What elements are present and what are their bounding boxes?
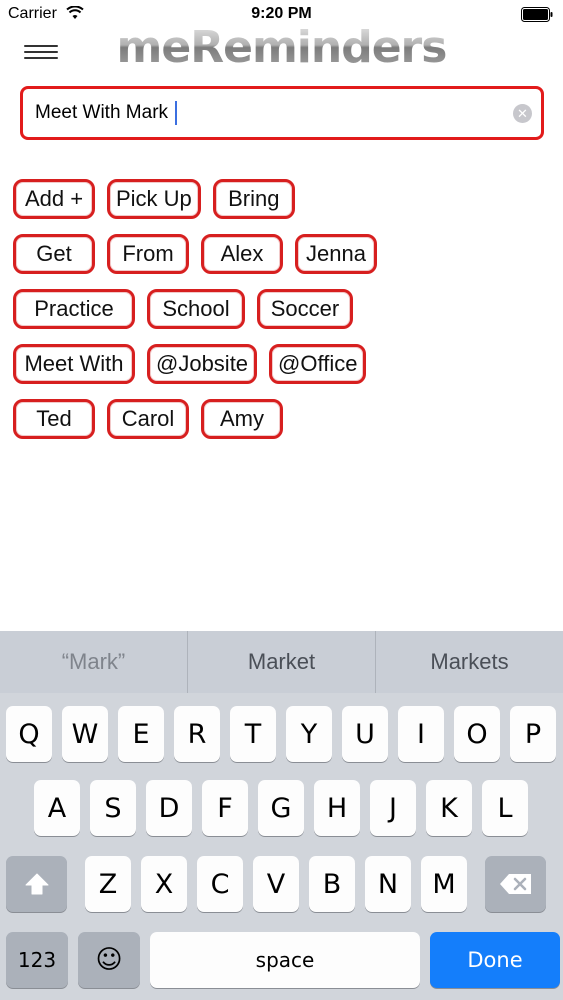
key-row-2: A S D F G H J K L [34, 780, 528, 836]
suggestion-bar: “Mark” Market Markets [0, 631, 563, 693]
numbers-key[interactable]: 123 [6, 932, 68, 988]
tag-row: Practice School Soccer [13, 289, 553, 329]
key-j[interactable]: J [370, 780, 416, 836]
tag-school[interactable]: School [147, 289, 245, 329]
key-g[interactable]: G [258, 780, 304, 836]
clear-icon[interactable]: ✕ [513, 104, 532, 123]
key-row-1: Q W E R T Y U I O P [6, 706, 556, 762]
tag-row: Ted Carol Amy [13, 399, 553, 439]
tag-row: Get From Alex Jenna [13, 234, 553, 274]
tag-ted[interactable]: Ted [13, 399, 95, 439]
key-k[interactable]: K [426, 780, 472, 836]
shift-key[interactable] [6, 856, 67, 912]
tag-jenna[interactable]: Jenna [295, 234, 377, 274]
battery-icon [521, 7, 553, 22]
tag-jobsite[interactable]: @Jobsite [147, 344, 258, 384]
emoji-icon: ☺ [95, 945, 123, 975]
key-y[interactable]: Y [286, 706, 332, 762]
key-f[interactable]: F [202, 780, 248, 836]
key-n[interactable]: N [365, 856, 411, 912]
tag-row: Add + Pick Up Bring [13, 179, 553, 219]
suggestion-markets[interactable]: Markets [376, 631, 563, 693]
key-d[interactable]: D [146, 780, 192, 836]
text-caret [175, 101, 177, 125]
key-h[interactable]: H [314, 780, 360, 836]
tag-amy[interactable]: Amy [201, 399, 283, 439]
key-q[interactable]: Q [6, 706, 52, 762]
key-m[interactable]: M [421, 856, 467, 912]
tag-row: Meet With @Jobsite @Office [13, 344, 553, 384]
delete-key[interactable] [485, 856, 546, 912]
suggestion-market[interactable]: Market [188, 631, 376, 693]
tag-pick-up[interactable]: Pick Up [107, 179, 201, 219]
emoji-key[interactable]: ☺ [78, 932, 140, 988]
shift-icon [25, 873, 48, 895]
key-o[interactable]: O [454, 706, 500, 762]
tag-alex[interactable]: Alex [201, 234, 283, 274]
key-b[interactable]: B [309, 856, 355, 912]
key-row-3: Z X C V B N M [6, 856, 546, 912]
key-e[interactable]: E [118, 706, 164, 762]
key-c[interactable]: C [197, 856, 243, 912]
tag-add-button[interactable]: Add + [13, 179, 95, 219]
app-logo: meReminders [0, 22, 563, 73]
key-x[interactable]: X [141, 856, 187, 912]
key-w[interactable]: W [62, 706, 108, 762]
tag-bring[interactable]: Bring [212, 179, 295, 219]
key-l[interactable]: L [482, 780, 528, 836]
tag-soccer[interactable]: Soccer [257, 289, 353, 329]
tag-meet-with[interactable]: Meet With [13, 344, 135, 384]
clock: 9:20 PM [251, 5, 312, 22]
key-v[interactable]: V [253, 856, 299, 912]
backspace-icon [499, 874, 531, 894]
suggestion-typed[interactable]: “Mark” [0, 631, 188, 693]
key-a[interactable]: A [34, 780, 80, 836]
tag-practice[interactable]: Practice [13, 289, 135, 329]
tag-office[interactable]: @Office [269, 344, 367, 384]
key-p[interactable]: P [510, 706, 556, 762]
key-t[interactable]: T [230, 706, 276, 762]
key-r[interactable]: R [174, 706, 220, 762]
key-i[interactable]: I [398, 706, 444, 762]
tag-grid: Add + Pick Up Bring Get From Alex Jenna … [13, 179, 553, 454]
tag-from[interactable]: From [107, 234, 189, 274]
key-u[interactable]: U [342, 706, 388, 762]
tag-carol[interactable]: Carol [107, 399, 189, 439]
key-s[interactable]: S [90, 780, 136, 836]
reminder-input[interactable] [35, 89, 505, 137]
tag-get[interactable]: Get [13, 234, 95, 274]
keyboard: “Mark” Market Markets Q W E R T Y U I O … [0, 631, 563, 1000]
space-key[interactable]: space [150, 932, 420, 988]
key-z[interactable]: Z [85, 856, 131, 912]
done-button[interactable]: Done [430, 932, 560, 988]
key-row-4: 123 ☺ space Done [6, 932, 560, 988]
reminder-input-box[interactable]: ✕ [20, 86, 544, 140]
